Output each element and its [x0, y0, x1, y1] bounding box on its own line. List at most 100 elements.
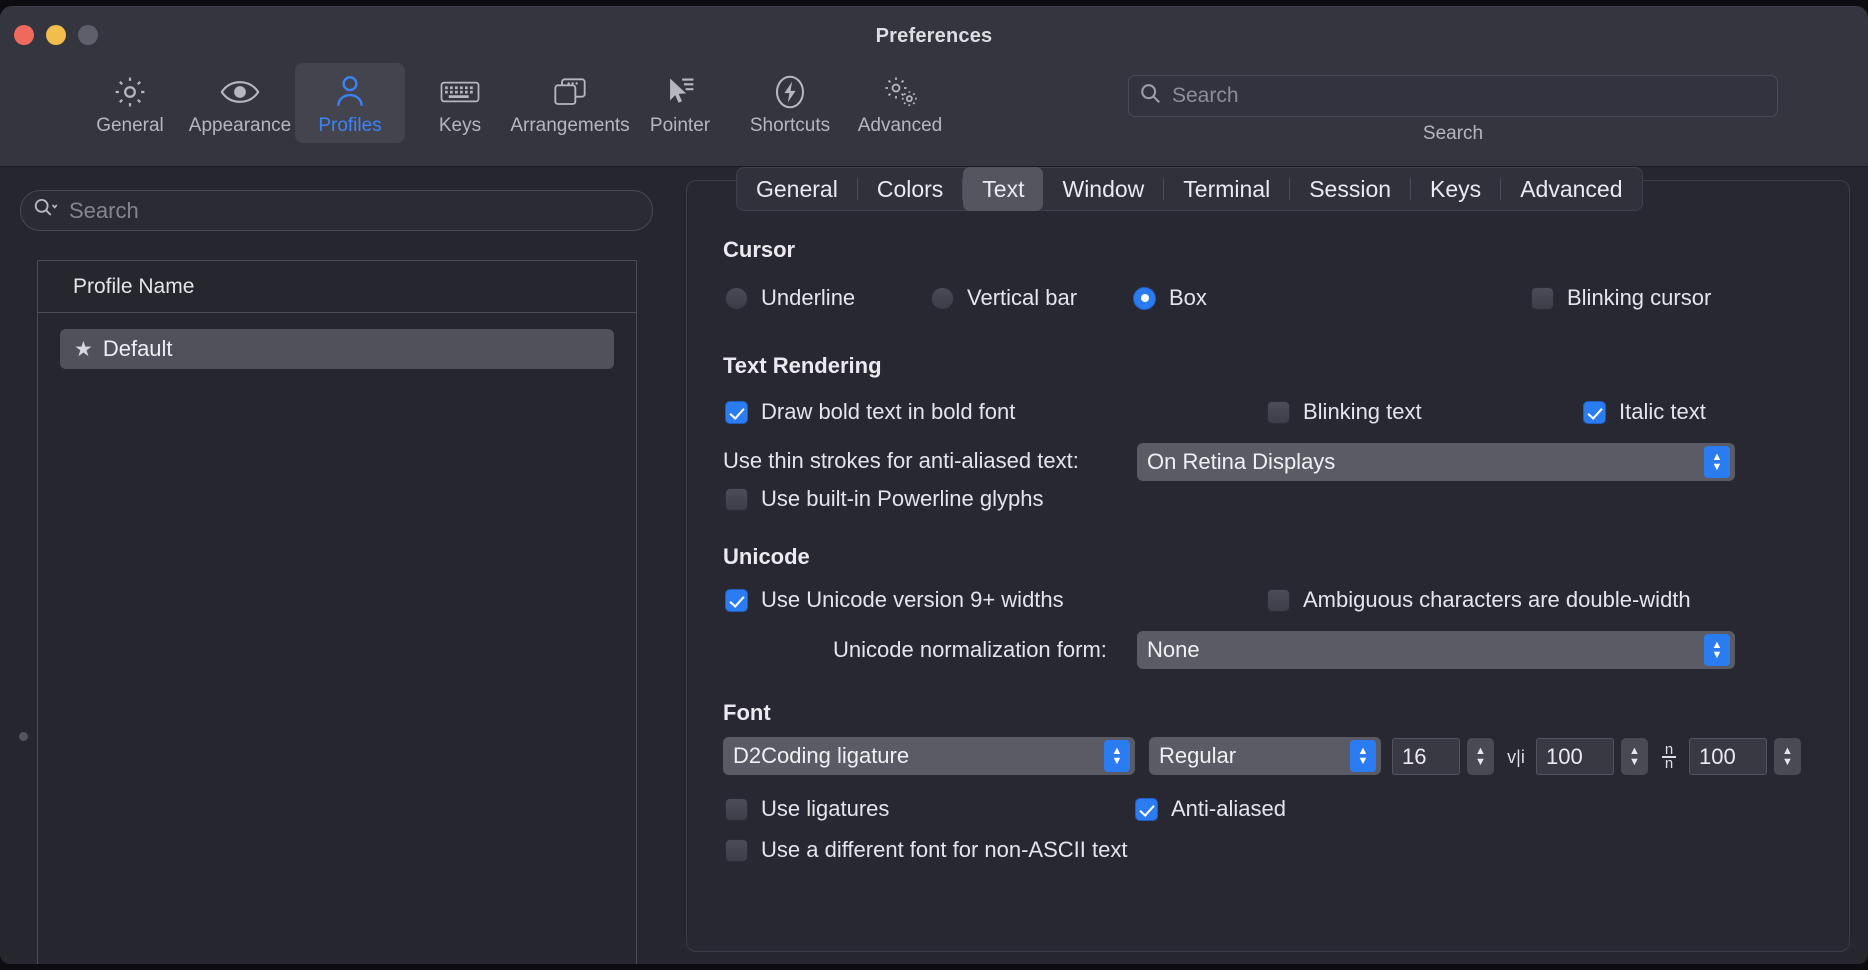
tab-window[interactable]: Window [1043, 167, 1163, 211]
checkbox-icon-checked [1583, 401, 1606, 424]
tab-session[interactable]: Session [1290, 167, 1410, 211]
tab-text[interactable]: Text [963, 167, 1043, 211]
window-title: Preferences [0, 25, 1868, 48]
checkbox-icon [725, 488, 748, 511]
powerline-glyphs-checkbox[interactable]: Use built-in Powerline glyphs [725, 486, 1043, 512]
profiles-table: Profile Name ★ Default [37, 260, 637, 964]
non-ascii-font-checkbox[interactable]: Use a different font for non-ASCII text [725, 837, 1127, 863]
settings-tabbar: General Colors Text Window Terminal Sess… [736, 167, 1643, 211]
cursor-option-label: Box [1169, 285, 1207, 311]
toolbar-item-shortcuts[interactable]: Shortcuts [735, 63, 845, 143]
search-icon [1139, 82, 1162, 110]
toolbar-items: General Appearance Pro [75, 63, 955, 143]
toolbar-item-keys[interactable]: Keys [405, 63, 515, 143]
checkbox-icon-checked [725, 401, 748, 424]
anti-aliased-checkbox[interactable]: Anti-aliased [1135, 796, 1286, 822]
font-family-dropdown[interactable]: D2Coding ligature ▲▼ [723, 737, 1135, 775]
toolbar-item-label: Keys [439, 115, 481, 137]
search-placeholder: Search [1172, 84, 1239, 108]
blinking-text-label: Blinking text [1303, 399, 1422, 425]
italic-text-checkbox[interactable]: Italic text [1583, 399, 1706, 425]
radio-icon-selected [1133, 287, 1156, 310]
powerline-glyphs-label: Use built-in Powerline glyphs [761, 486, 1043, 512]
profiles-sidebar: Search Profile Name ★ Default Tags > + − [0, 167, 672, 964]
profile-search-input[interactable]: Search [20, 190, 653, 231]
radio-icon [725, 287, 748, 310]
use-ligatures-checkbox[interactable]: Use ligatures [725, 796, 889, 822]
cursor-section-title: Cursor [723, 237, 795, 263]
toolbar-item-general[interactable]: General [75, 63, 185, 143]
radio-icon [931, 287, 954, 310]
font-section-title: Font [723, 700, 771, 726]
toolbar-item-pointer[interactable]: Pointer [625, 63, 735, 143]
profile-row-default[interactable]: ★ Default [60, 329, 614, 369]
thin-strokes-dropdown[interactable]: On Retina Displays ▲▼ [1137, 443, 1735, 481]
font-size-stepper[interactable]: ▲▼ [1467, 738, 1494, 775]
toolbar-item-label: Appearance [189, 115, 291, 137]
font-size-input[interactable]: 16 [1392, 738, 1460, 775]
stepper-arrows-icon: ▲▼ [1350, 740, 1376, 772]
stepper-arrows-icon: ▲▼ [1104, 740, 1130, 772]
toolbar-search-group: Search Search [1128, 75, 1778, 145]
eye-icon [219, 71, 261, 113]
search-icon [33, 196, 59, 225]
windows-icon [552, 71, 588, 113]
draw-bold-checkbox[interactable]: Draw bold text in bold font [725, 399, 1015, 425]
blinking-cursor-label: Blinking cursor [1567, 285, 1711, 311]
anti-aliased-label: Anti-aliased [1171, 796, 1286, 822]
person-icon [333, 71, 367, 113]
stepper-arrows-icon: ▲▼ [1704, 446, 1730, 478]
cursor-option-label: Vertical bar [967, 285, 1077, 311]
toolbar-item-profiles[interactable]: Profiles [295, 63, 405, 143]
ambiguous-width-checkbox[interactable]: Ambiguous characters are double-width [1267, 587, 1691, 613]
checkbox-icon [1267, 589, 1290, 612]
checkbox-icon-checked [1135, 798, 1158, 821]
horizontal-spacing-stepper[interactable]: ▲▼ [1621, 738, 1648, 775]
blinking-text-checkbox[interactable]: Blinking text [1267, 399, 1422, 425]
thin-strokes-value: On Retina Displays [1147, 449, 1335, 475]
cursor-option-box[interactable]: Box [1133, 285, 1207, 311]
checkbox-icon [725, 839, 748, 862]
checkbox-icon [1267, 401, 1290, 424]
preferences-window: Preferences General App [0, 6, 1868, 964]
bolt-icon [773, 71, 807, 113]
vertical-spacing-stepper[interactable]: ▲▼ [1774, 738, 1801, 775]
cursor-option-vertical-bar[interactable]: Vertical bar [931, 285, 1077, 311]
unicode-normalization-dropdown[interactable]: None ▲▼ [1137, 631, 1735, 669]
toolbar-item-advanced[interactable]: Advanced [845, 63, 955, 143]
star-icon: ★ [74, 337, 93, 362]
tab-advanced[interactable]: Advanced [1501, 167, 1641, 211]
tab-general[interactable]: General [737, 167, 857, 211]
blinking-cursor-checkbox[interactable]: Blinking cursor [1531, 285, 1711, 311]
text-rendering-section-title: Text Rendering [723, 353, 882, 379]
window-toolbar: Preferences General App [0, 7, 1868, 167]
toolbar-item-appearance[interactable]: Appearance [185, 63, 295, 143]
toolbar-item-label: General [96, 115, 164, 137]
horizontal-spacing-icon: v|i [1503, 744, 1529, 770]
cursor-option-label: Underline [761, 285, 855, 311]
tab-keys[interactable]: Keys [1411, 167, 1500, 211]
vertical-spacing-input[interactable]: 100 [1689, 738, 1767, 775]
window-body: Search Profile Name ★ Default Tags > + − [0, 167, 1868, 964]
toolbar-item-label: Pointer [650, 115, 710, 137]
unicode-normalization-label: Unicode normalization form: [833, 637, 1107, 663]
checkbox-icon [1531, 287, 1554, 310]
cursor-icon [663, 71, 697, 113]
tab-terminal[interactable]: Terminal [1164, 167, 1289, 211]
profile-search-placeholder: Search [69, 198, 139, 224]
double-gear-icon [880, 71, 920, 113]
search-input[interactable]: Search [1128, 75, 1778, 117]
italic-text-label: Italic text [1619, 399, 1706, 425]
profiles-column-header[interactable]: Profile Name [38, 261, 636, 313]
toolbar-item-label: Profiles [318, 115, 381, 137]
vertical-spacing-icon: nn [1656, 741, 1682, 773]
tab-colors[interactable]: Colors [858, 167, 962, 211]
horizontal-spacing-input[interactable]: 100 [1536, 738, 1614, 775]
font-style-dropdown[interactable]: Regular ▲▼ [1149, 737, 1381, 775]
checkbox-icon-checked [725, 589, 748, 612]
unicode-version9-checkbox[interactable]: Use Unicode version 9+ widths [725, 587, 1064, 613]
toolbar-item-arrangements[interactable]: Arrangements [515, 63, 625, 143]
split-handle[interactable] [19, 732, 28, 741]
cursor-option-underline[interactable]: Underline [725, 285, 855, 311]
use-ligatures-label: Use ligatures [761, 796, 889, 822]
